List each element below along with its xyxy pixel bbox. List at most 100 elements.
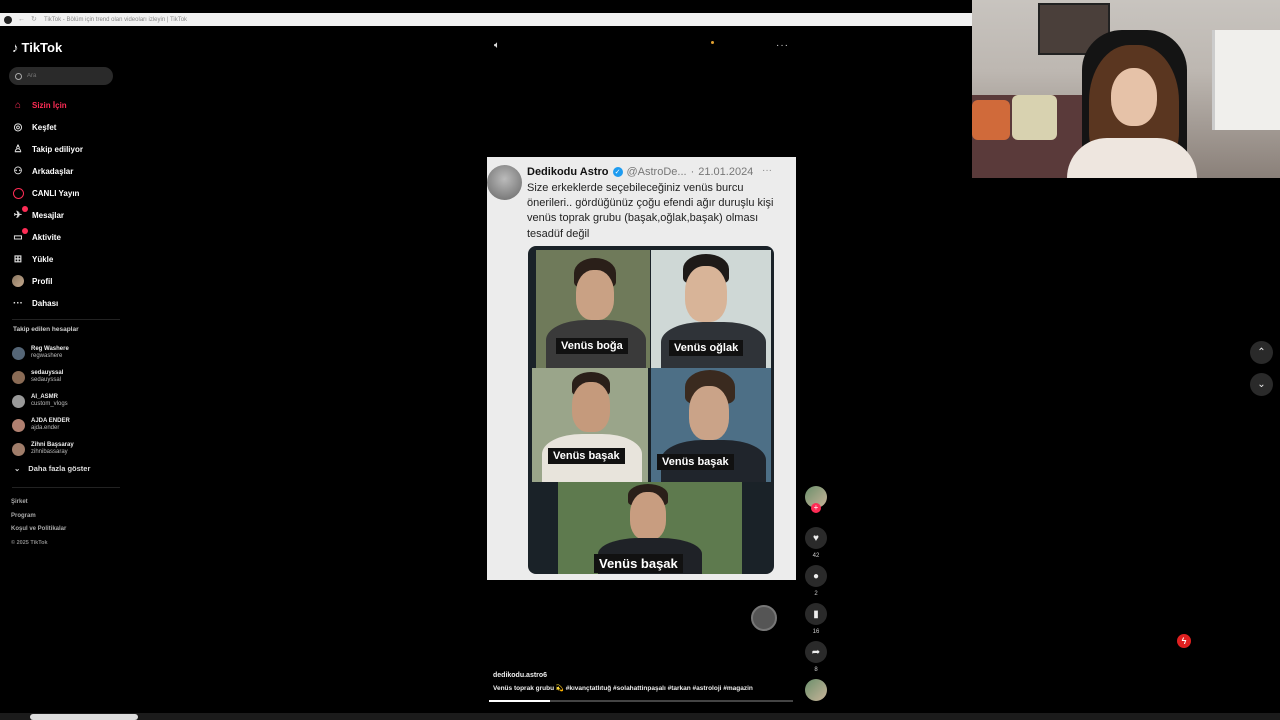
pillow: [972, 100, 1010, 140]
taskbar-search[interactable]: [30, 714, 138, 720]
sidebar: ♪ TikTok ⌂ Sizin İçin ◎ Keşfet ♙ Takip e…: [0, 26, 122, 720]
bookmark-icon[interactable]: ▮: [805, 603, 827, 625]
search-input[interactable]: [27, 73, 107, 79]
tweet-header: Dedikodu Astro ✓ @AstroDe... · 21.01.202…: [527, 166, 753, 178]
next-video-button[interactable]: ⌄: [1250, 373, 1273, 396]
progress-fill: [489, 700, 550, 702]
nav-item-explore[interactable]: ◎ Keşfet: [12, 116, 83, 138]
comment-item: ● 2: [803, 565, 829, 598]
nav-item-for-you[interactable]: ⌂ Sizin İçin: [12, 94, 83, 116]
streamer-body: [1067, 138, 1197, 178]
nav-item-activity[interactable]: ▭ Aktivite: [12, 226, 83, 248]
account-name: Zihni Başsaray: [31, 441, 74, 448]
nav-label: Yükle: [32, 254, 54, 264]
share-item: ➦ 8: [803, 641, 829, 674]
collage-photo: Venüs başak: [532, 368, 648, 482]
nav-label: Mesajlar: [32, 210, 65, 220]
more-icon: ···: [13, 297, 23, 309]
account-name: AJDA ENDER: [31, 417, 70, 424]
collage-photo: Venüs başak: [651, 368, 771, 482]
share-count: 8: [814, 667, 818, 673]
collage-photo: Venüs boğa: [536, 250, 650, 368]
nav-item-live[interactable]: CANLI Yayın: [12, 182, 83, 204]
tweet-more-icon: ···: [762, 165, 772, 176]
upload-icon: ⊞: [13, 253, 23, 265]
following-account[interactable]: Reg Washere regwashere: [12, 341, 74, 365]
reload-icon[interactable]: ↻: [31, 16, 38, 23]
music-disc-icon[interactable]: [805, 679, 827, 701]
creator-item: +: [803, 486, 829, 522]
friends-icon: ⚇: [13, 165, 23, 177]
nav-item-following[interactable]: ♙ Takip ediliyor: [12, 138, 83, 160]
volume-icon[interactable]: 🔈︎: [494, 40, 500, 51]
account-name: sedauyssal: [31, 369, 64, 376]
nav-item-profile[interactable]: Profil: [12, 270, 83, 292]
nav-label: Sizin İçin: [32, 100, 67, 110]
messages-icon: ✈: [12, 206, 28, 221]
stream-logo-icon: ϟ: [1177, 634, 1191, 648]
collage-label: Venüs boğa: [556, 338, 628, 354]
nav-label: Aktivite: [32, 232, 61, 242]
footer-links: Şirket Program Koşul ve Politikalar © 20…: [11, 496, 66, 550]
following-account[interactable]: AI_ASMR custom_vlogs: [12, 389, 74, 413]
tiktok-logo[interactable]: ♪ TikTok: [12, 40, 62, 55]
home-icon: ⌂: [14, 99, 22, 111]
logo-text: TikTok: [21, 40, 63, 55]
chevron-down-icon: ⌄: [14, 464, 21, 473]
chevron-up-icon: ⌃: [1257, 347, 1266, 358]
record-button[interactable]: [751, 605, 777, 631]
video-progress-bar[interactable]: [489, 700, 793, 702]
page-title: TikTok - Bölüm için trend olan videoları…: [44, 16, 188, 23]
following-list: Reg Washere regwashere sedauyssal sedauyss…: [12, 341, 74, 461]
compass-icon: ◎: [13, 121, 23, 133]
footer-link-terms[interactable]: Koşul ve Politikalar: [11, 523, 66, 537]
following-account[interactable]: AJDA ENDER ajda.ender: [12, 413, 74, 437]
nav-item-more[interactable]: ··· Dahası: [12, 292, 83, 314]
account-handle: custom_vlogs: [31, 401, 68, 407]
creator-avatar[interactable]: +: [805, 486, 827, 513]
nav-item-messages[interactable]: ✈ Mesajlar: [12, 204, 83, 226]
following-icon: ♙: [13, 143, 23, 155]
share-icon[interactable]: ➦: [805, 641, 827, 663]
nav-label: Keşfet: [32, 122, 57, 132]
comment-icon[interactable]: ●: [805, 565, 827, 587]
more-options-icon[interactable]: ···: [776, 40, 789, 51]
verified-icon: ✓: [612, 167, 623, 177]
window-background: [1212, 30, 1280, 130]
browser-tab-bar: ← ↻ TikTok - Bölüm için trend olan video…: [0, 13, 972, 26]
os-taskbar: [0, 713, 1280, 720]
tweet-separator: ·: [690, 166, 695, 178]
save-count: 16: [812, 629, 820, 635]
avatar: [12, 418, 25, 432]
account-handle: ajda.ender: [31, 425, 60, 431]
back-icon[interactable]: ←: [18, 16, 25, 23]
previous-video-button[interactable]: ⌃: [1250, 341, 1273, 364]
avatar: [12, 442, 25, 456]
follow-plus-icon[interactable]: +: [811, 503, 821, 513]
caption-username[interactable]: dedikodu.astro6: [493, 672, 753, 679]
show-more-button[interactable]: ⌄ Daha fazla göster: [14, 464, 90, 473]
following-account[interactable]: Zihni Başsaray zihnibassaray: [12, 437, 74, 461]
video-caption: dedikodu.astro6 Venüs toprak grubu 💫 #kı…: [493, 672, 753, 692]
chevron-down-icon: ⌄: [1257, 379, 1266, 390]
account-name: Reg Washere: [31, 345, 69, 352]
following-account[interactable]: sedauyssal sedauyssal: [12, 365, 74, 389]
tweet-avatar: [487, 165, 522, 200]
nav-item-upload[interactable]: ⊞ Yükle: [12, 248, 83, 270]
footer-link-company[interactable]: Şirket: [11, 496, 66, 510]
nav-item-friends[interactable]: ⚇ Arkadaşlar: [12, 160, 83, 182]
nav-list: ⌂ Sizin İçin ◎ Keşfet ♙ Takip ediliyor ⚇…: [12, 94, 83, 314]
heart-icon[interactable]: ♥: [805, 527, 827, 549]
comment-count: 2: [814, 591, 818, 597]
copyright: © 2025 TikTok: [11, 539, 48, 546]
collage-photo: Venüs oğlak: [651, 250, 771, 368]
video-player[interactable]: Dedikodu Astro ✓ @AstroDe... · 21.01.202…: [487, 157, 796, 580]
footer-link-program[interactable]: Program: [11, 510, 66, 524]
tweet-handle: @AstroDe...: [626, 166, 687, 178]
search-bar[interactable]: [9, 67, 113, 85]
tweet-date: 21.01.2024: [698, 166, 754, 178]
search-icon: [15, 72, 22, 80]
webcam-overlay: [972, 0, 1280, 178]
avatar: [12, 370, 25, 384]
nav-label: CANLI Yayın: [32, 188, 80, 198]
